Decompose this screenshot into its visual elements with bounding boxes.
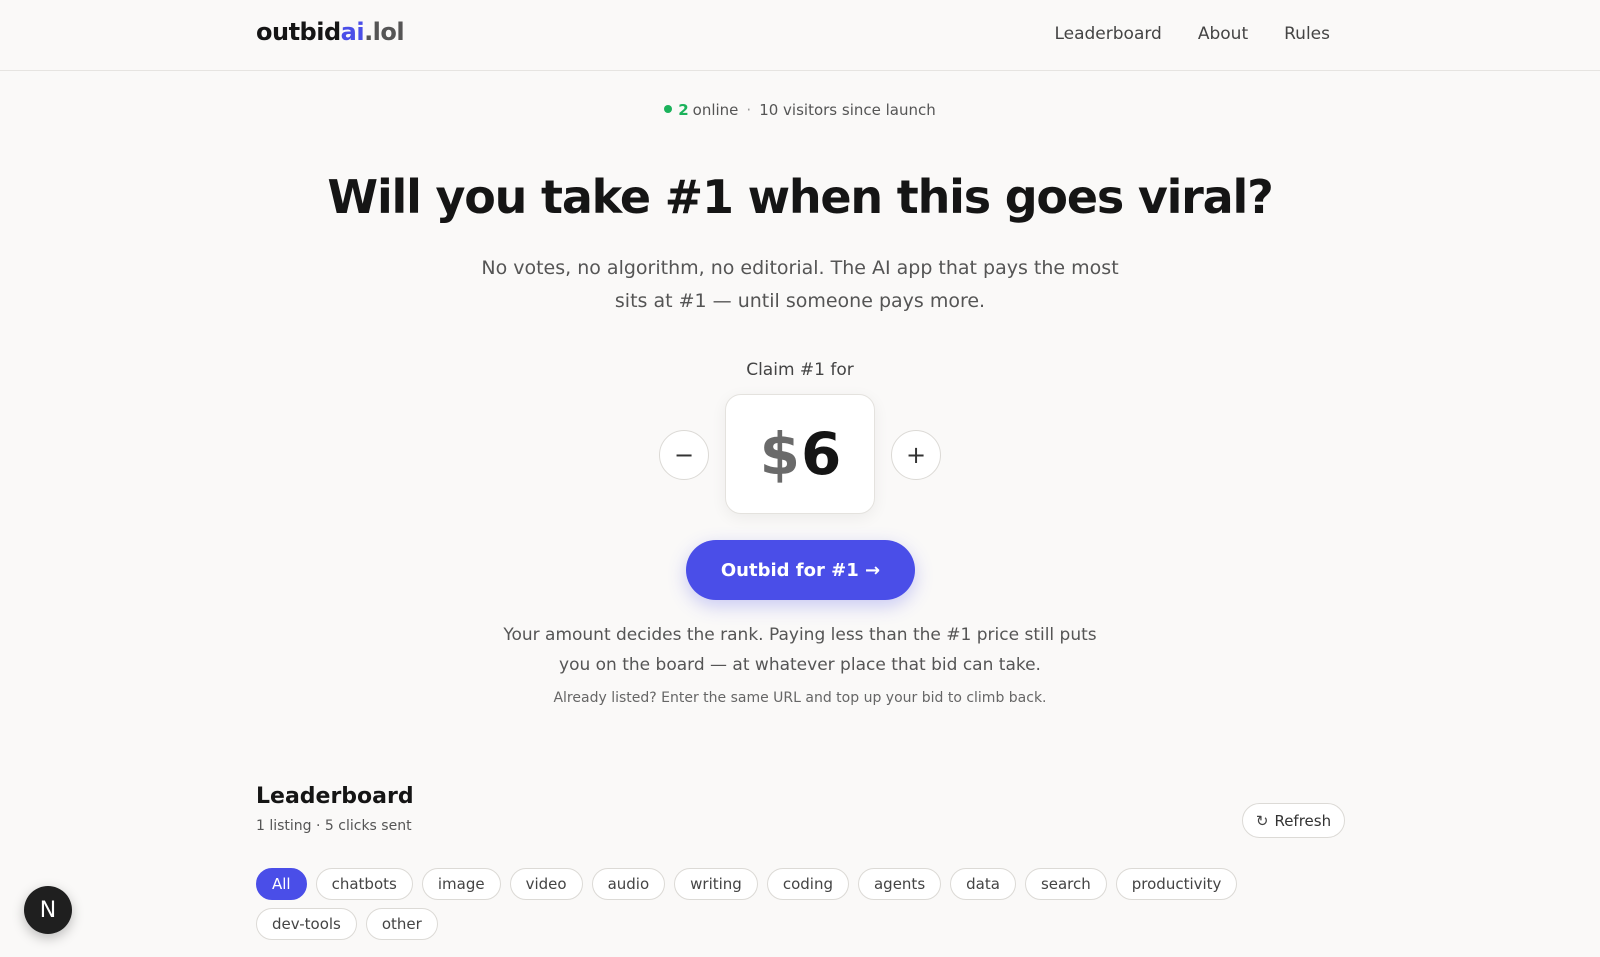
nav-link-leaderboard[interactable]: Leaderboard xyxy=(1054,24,1161,44)
leaderboard-meta: 1 listing · 5 clicks sent xyxy=(256,818,412,834)
leaderboard-title: Leaderboard xyxy=(256,784,414,809)
bid-amount-value: 6 xyxy=(801,420,841,488)
outbid-button[interactable]: Outbid for #1 → xyxy=(686,540,915,600)
category-chip-chatbots[interactable]: chatbots xyxy=(315,868,413,900)
logo-main: outbid xyxy=(256,18,341,46)
claim-label: Claim #1 for xyxy=(746,360,854,380)
rank-explanation: Your amount decides the rank. Paying les… xyxy=(503,625,1097,675)
presence-separator: · xyxy=(746,101,752,119)
visitor-count: 10 visitors since launch xyxy=(759,101,936,119)
nav-link-about[interactable]: About xyxy=(1198,24,1248,44)
category-chip-coding[interactable]: coding xyxy=(766,868,849,900)
category-chip-video[interactable]: video xyxy=(509,868,583,900)
top-navigation-bar: outbidai.lol Leaderboard About Rules xyxy=(0,0,1600,71)
presence-indicator: 2 online · 10 visitors since launch xyxy=(0,101,1600,119)
category-chip-agents[interactable]: agents xyxy=(857,868,942,900)
minus-icon: − xyxy=(673,441,695,469)
hero-subline: No votes, no algorithm, no editorial. Th… xyxy=(481,257,1119,312)
increase-bid-button[interactable]: + xyxy=(891,430,941,480)
category-chip-image[interactable]: image xyxy=(421,868,501,900)
decrease-bid-button[interactable]: − xyxy=(659,430,709,480)
category-chip-all[interactable]: All xyxy=(256,868,307,900)
refresh-icon: ↻ xyxy=(1255,811,1269,830)
logo-ai: ai xyxy=(340,18,365,46)
online-dot-icon xyxy=(664,105,673,113)
category-chip-dev-tools[interactable]: dev-tools xyxy=(256,908,357,940)
online-count: 2 xyxy=(678,101,689,119)
refresh-label: Refresh xyxy=(1274,811,1332,830)
online-label: online xyxy=(692,101,739,119)
category-chip-productivity[interactable]: productivity xyxy=(1115,868,1238,900)
bid-amount-display[interactable]: $6 xyxy=(725,394,875,514)
main-nav: Leaderboard About Rules xyxy=(1054,24,1330,44)
category-chip-data[interactable]: data xyxy=(950,868,1016,900)
site-logo[interactable]: outbidai.lol xyxy=(256,18,405,46)
category-chip-audio[interactable]: audio xyxy=(591,868,666,900)
category-filter: All chatbots image video audio writing c… xyxy=(256,868,1346,940)
logo-tld: .lol xyxy=(364,18,405,46)
dev-tools-badge[interactable]: N xyxy=(24,886,72,934)
n-logo-icon: N xyxy=(39,897,57,923)
category-chip-search[interactable]: search xyxy=(1024,868,1107,900)
currency-symbol: $ xyxy=(759,420,800,488)
refresh-button[interactable]: ↻ Refresh xyxy=(1242,803,1345,838)
top-up-hint: Already listed? Enter the same URL and t… xyxy=(553,690,1047,706)
category-chip-writing[interactable]: writing xyxy=(674,868,758,900)
plus-icon: + xyxy=(905,441,927,469)
category-chip-other[interactable]: other xyxy=(365,908,438,940)
hero-headline: Will you take #1 when this goes viral? xyxy=(327,170,1273,224)
nav-link-rules[interactable]: Rules xyxy=(1284,24,1330,44)
